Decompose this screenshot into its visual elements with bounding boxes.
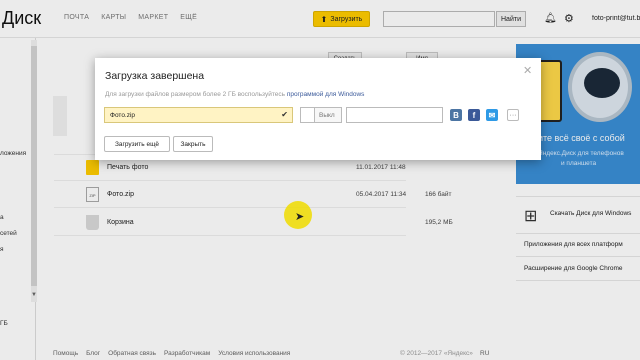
mail-share-icon[interactable]: ✉ [486,109,498,121]
dialog-hint-text: Для загрузки файлов размером более 2 ГБ … [105,91,285,98]
dialog-title: Загрузка завершена [105,70,205,82]
windows-app-link[interactable]: программой для Windows [287,91,365,98]
dialog-hint: Для загрузки файлов размером более 2 ГБ … [105,91,364,98]
checkmark-icon: ✔ [281,110,288,119]
public-link-toggle[interactable]: Выкл [300,107,342,123]
more-share-icon[interactable]: ··· [507,109,519,121]
vk-share-icon[interactable]: В [450,109,462,121]
close-button[interactable]: Закрыть [173,136,213,152]
upload-more-button[interactable]: Загрузить ещё [104,136,170,152]
uploaded-file-name: Фото.zip [110,111,136,119]
modal-overlay[interactable] [0,0,640,360]
share-link-field[interactable] [346,107,443,123]
close-icon[interactable]: ✕ [523,64,532,77]
mouse-pointer-icon: ➤ [295,211,305,223]
toggle-knob [301,108,315,122]
upload-complete-dialog: Загрузка завершена ✕ Для загрузки файлов… [95,58,541,160]
facebook-share-icon[interactable]: f [468,109,480,121]
uploaded-file: Фото.zip ✔ [104,107,293,123]
toggle-label: Выкл [319,111,335,119]
